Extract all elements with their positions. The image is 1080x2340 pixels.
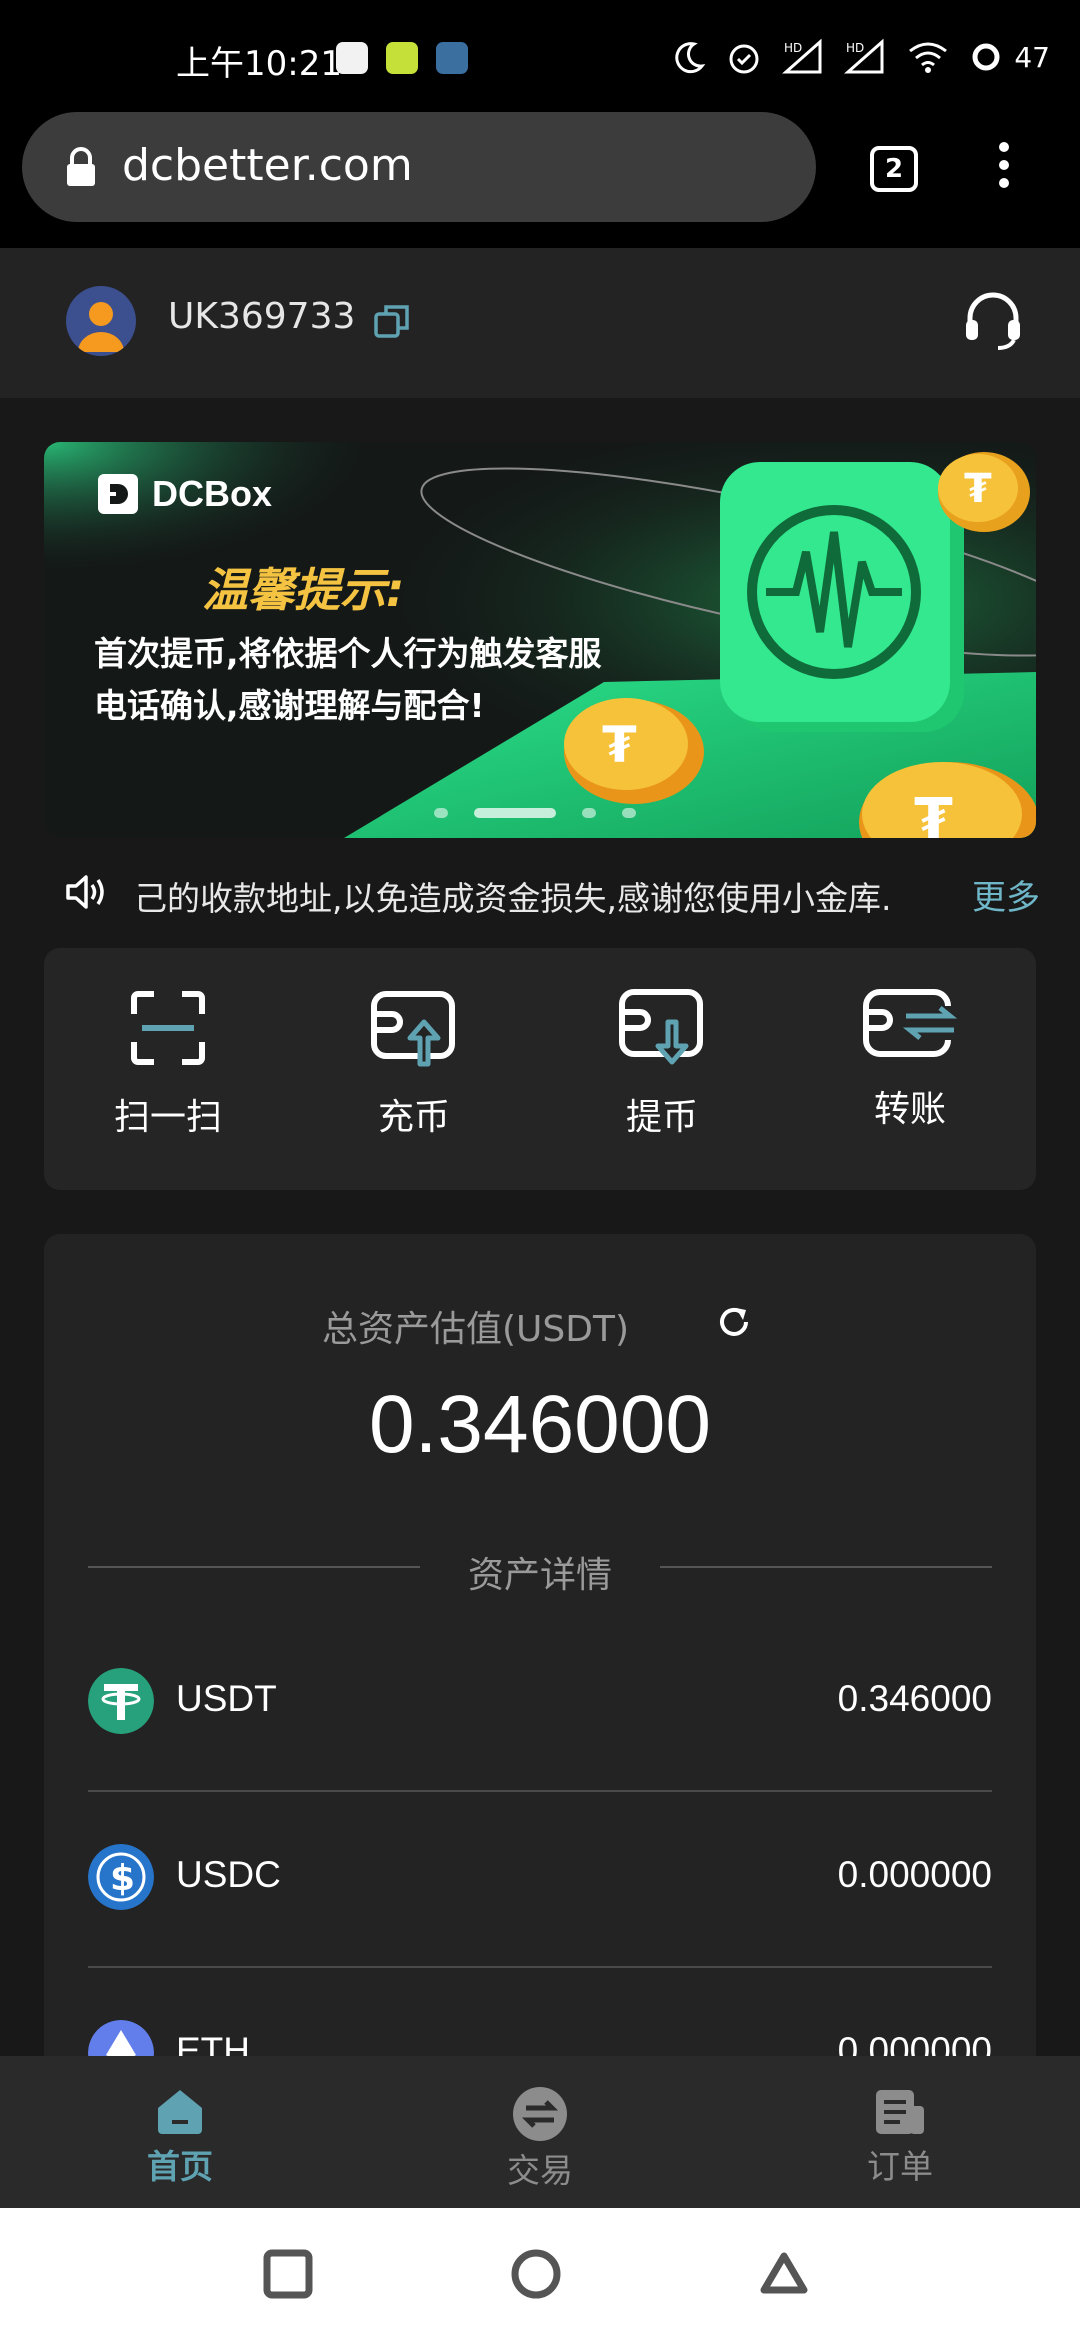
recents-button[interactable] [262,2248,314,2300]
lock-icon [67,147,95,186]
asset-row-usdc[interactable]: $ USDC 0.000000 [88,1792,992,1968]
asset-details-divider: 资产详情 [88,1546,992,1596]
orders-icon [876,2090,924,2134]
tab-switcher-button[interactable]: 2 [870,146,918,192]
wifi-icon [909,42,948,73]
battery-level: 47 [1014,40,1050,74]
asset-details-title: 资产详情 [467,1555,612,1596]
bottom-nav: 首页 交易 订单 [0,2056,1080,2208]
notice-more-link[interactable]: 更多 [972,870,1040,919]
withdraw-button[interactable]: 提币 [572,988,752,1158]
nav-home-label: 首页 [147,2147,213,2186]
coin-amount: 0.000000 [837,1854,992,1895]
scan-button[interactable]: 扫一扫 [78,988,258,1158]
home-icon [158,2090,202,2134]
trade-icon [513,2087,567,2141]
total-assets-label: 总资产估值(USDT) [322,1309,630,1350]
usdt-icon [88,1668,154,1734]
svg-text:$: $ [110,1858,135,1899]
carousel-indicator [434,808,636,818]
carousel-dot [434,808,448,818]
transfer-label: 转账 [873,1089,946,1130]
carousel-dot [582,808,596,818]
system-navigation [0,2208,1080,2340]
carousel-dot [622,808,636,818]
svg-text:₮: ₮ [914,787,953,838]
status-bar: 上午10:21 HD HD 47 [0,0,1080,110]
home-button[interactable] [510,2248,562,2300]
browser-toolbar: dcbetter.com 2 [0,110,1080,248]
browser-menu-icon[interactable] [994,142,1014,194]
customer-service-icon[interactable] [962,290,1024,352]
usdc-icon: $ [88,1844,154,1910]
notice-bar: 己的收款地址,以免造成资金损失,感谢您使用小金库. 更多 [0,862,1080,922]
status-icons: HD HD 47 [672,38,1050,76]
banner-logo: DCBox [96,472,272,516]
copy-icon[interactable] [372,302,412,342]
total-assets-value: 0.346000 [368,1379,711,1470]
asset-card: 总资产估值(USDT) 0.346000 资产详情 USDT 0.346000 … [44,1234,1036,2114]
speaker-icon [66,875,104,909]
user-header: UK369733 [0,248,1080,398]
banner-body: 首次提币,将依据个人行为触发客服电话确认,感谢理解与配合! [94,634,602,725]
nav-home[interactable]: 首页 [80,2086,280,2188]
deposit-label: 充币 [377,1097,450,1138]
deposit-icon [371,991,455,1067]
moon-icon [675,42,706,74]
battery-icon [972,43,1000,71]
dcbox-logo-icon [98,474,138,514]
signal-2-icon: HD [844,38,884,74]
nav-orders-label: 订单 [867,2147,933,2186]
coin-name: USDC [176,1854,281,1895]
deposit-button[interactable]: 充币 [324,988,504,1158]
calendar-app-icon [336,42,368,74]
alarm-icon [729,44,759,74]
status-time: 上午10:21 [176,44,342,84]
asset-row-usdt[interactable]: USDT 0.346000 [88,1616,992,1792]
promo-banner[interactable]: ₮ ₮ ₮ DCBox 温馨提示: 首次提币,将依据个人行为触发客服电话确认,感… [44,442,1036,838]
nav-trade-label: 交易 [507,2151,573,2190]
svg-text:HD: HD [846,41,864,55]
address-bar[interactable]: dcbetter.com [22,112,816,222]
carousel-dot-active [474,808,556,818]
coin-amount: 0.346000 [837,1678,992,1719]
scan-icon [131,991,205,1065]
url-text[interactable]: dcbetter.com [122,140,413,191]
settings-app-icon [436,42,468,74]
nav-trade[interactable]: 交易 [440,2086,640,2192]
chat-app-icon [386,42,418,74]
avatar[interactable] [66,286,136,356]
transfer-icon [863,989,958,1057]
signal-1-icon: HD [782,38,822,74]
withdraw-icon [619,989,703,1065]
svg-text:HD: HD [784,41,802,55]
nav-orders[interactable]: 订单 [800,2086,1000,2188]
transfer-button[interactable]: 转账 [820,988,1000,1158]
banner-logo-text: DCBox [152,473,273,514]
quick-actions: 扫一扫 充币 提币 转账 [44,948,1036,1190]
back-button[interactable] [758,2248,810,2300]
user-id: UK369733 [168,296,356,337]
withdraw-label: 提币 [625,1097,698,1138]
notice-text: 己的收款地址,以免造成资金损失,感谢您使用小金库. [134,879,892,918]
coin-name: USDT [176,1678,277,1719]
refresh-icon[interactable] [716,1304,752,1340]
divider-line [660,1566,992,1568]
svg-text:₮: ₮ [964,466,992,512]
banner-title: 温馨提示: [202,563,405,617]
scan-label: 扫一扫 [113,1097,222,1138]
